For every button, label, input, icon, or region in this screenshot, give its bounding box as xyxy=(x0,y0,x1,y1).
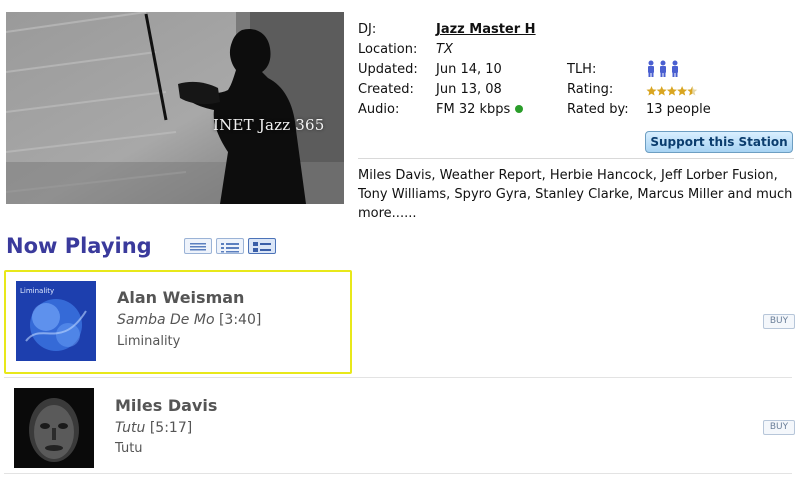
rated-by-value: 13 people xyxy=(646,102,711,117)
album-cover-text: Liminality xyxy=(20,287,55,295)
dj-label: DJ: xyxy=(358,22,377,37)
audio-value: FM 32 kbps xyxy=(436,102,524,117)
list-view-icon[interactable] xyxy=(184,238,212,254)
created-label: Created: xyxy=(358,82,414,97)
created-value: Jun 13, 08 xyxy=(436,82,502,97)
track-song: Tutu [5:17] xyxy=(115,420,192,436)
station-artwork: INET Jazz 365 xyxy=(6,12,344,204)
album-cover-tutu xyxy=(14,388,94,468)
track-row[interactable]: Liminality Alan Weisman Samba De Mo [3:4… xyxy=(4,270,352,374)
song-title: Samba De Mo xyxy=(117,312,215,328)
album-cover-liminality: Liminality xyxy=(16,281,96,361)
track-artist: Miles Davis xyxy=(115,396,218,415)
track-song: Samba De Mo [3:40] xyxy=(117,312,261,328)
rating-star-filled xyxy=(666,86,677,96)
rating-label: Rating: xyxy=(567,82,614,97)
divider xyxy=(358,158,794,159)
location-label: Location: xyxy=(358,42,418,57)
rating-star-filled xyxy=(677,86,688,96)
violinist-photo xyxy=(6,12,344,204)
detail-view-icon[interactable] xyxy=(248,238,276,254)
song-title: Tutu xyxy=(115,420,146,436)
station-description: Miles Davis, Weather Report, Herbie Hanc… xyxy=(358,168,793,221)
audio-bitrate: FM 32 kbps xyxy=(436,102,511,117)
audio-status-icon xyxy=(515,105,524,113)
buy-button[interactable]: BUY xyxy=(763,420,795,435)
rated-by-label: Rated by: xyxy=(567,102,629,117)
tlh-label: TLH: xyxy=(567,62,597,77)
track-album: Tutu xyxy=(115,441,143,456)
updated-label: Updated: xyxy=(358,62,418,77)
track-row[interactable]: Miles Davis Tutu [5:17] Tutu xyxy=(4,378,792,474)
track-album: Liminality xyxy=(117,334,181,349)
location-value: TX xyxy=(436,42,453,57)
compact-view-icon[interactable] xyxy=(216,238,244,254)
station-art-caption: INET Jazz 365 xyxy=(213,116,325,134)
song-duration: [5:17] xyxy=(149,420,193,436)
audio-label: Audio: xyxy=(358,102,400,117)
song-duration: [3:40] xyxy=(218,312,262,328)
dj-name-link[interactable]: Jazz Master H xyxy=(436,22,536,37)
buy-button[interactable]: BUY xyxy=(763,314,795,329)
support-station-button[interactable]: Support this Station xyxy=(645,131,793,153)
rating-star-filled xyxy=(646,86,657,96)
three-listeners-icon xyxy=(646,60,680,82)
now-playing-heading: Now Playing xyxy=(6,234,152,258)
rating-stars-icon xyxy=(646,82,698,101)
rating-star-filled xyxy=(656,86,667,96)
updated-value: Jun 14, 10 xyxy=(436,62,502,77)
track-artist: Alan Weisman xyxy=(117,288,245,307)
